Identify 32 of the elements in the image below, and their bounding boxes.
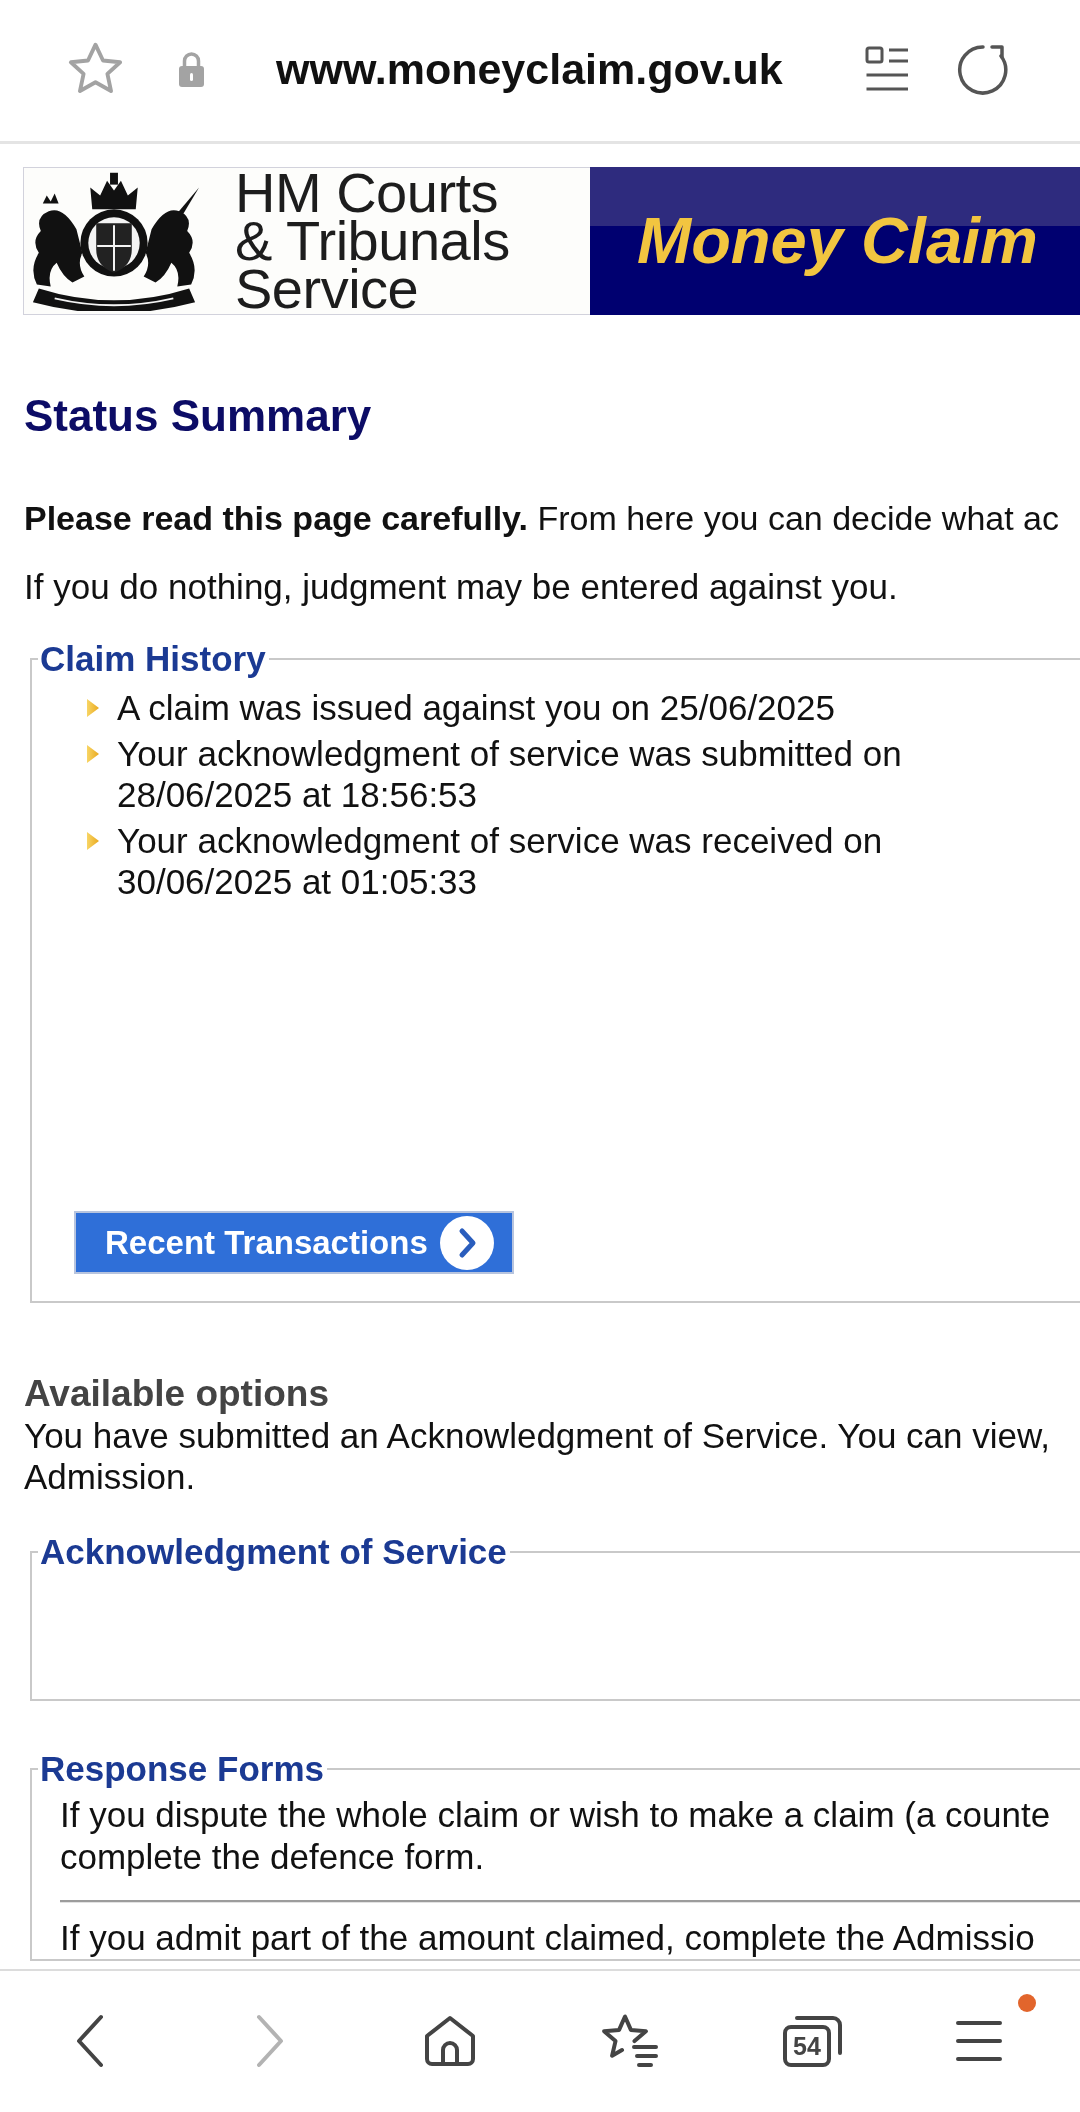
service-name: Money Claim <box>637 205 1038 277</box>
tabs-button[interactable]: 54 <box>783 2014 843 2067</box>
instruction-text: If you admit part of the amount claimed, complete the Admissio <box>60 1917 1036 1959</box>
panel-legend: Acknowledgment of Service <box>38 1532 510 1572</box>
instruction-text: complete the defence form. <box>60 1836 486 1878</box>
options-text: You have submitted an Acknowledgment of Service. You can view, <box>24 1415 1052 1456</box>
star-icon[interactable] <box>67 41 124 96</box>
reader-mode-icon[interactable] <box>865 45 909 92</box>
page-title: Status Summary <box>24 390 373 442</box>
chevron-circle-icon <box>439 1215 494 1270</box>
panel-legend: Response Forms <box>38 1749 327 1789</box>
recent-transactions-button[interactable]: Recent Transactions <box>74 1211 514 1274</box>
triangle-bullet-icon <box>86 831 100 851</box>
url-text[interactable]: www.moneyclaim.gov.uk <box>276 43 783 94</box>
home-icon[interactable] <box>424 2014 476 2067</box>
intro-text: If you do nothing, judgment may be entered against you. <box>24 566 899 608</box>
intro-text: Please read this page carefully. From here you can decide what ac <box>24 498 1060 539</box>
tabs-icon <box>783 2014 843 2067</box>
triangle-bullet-icon <box>86 698 100 718</box>
options-text: Admission. <box>24 1456 197 1497</box>
section-heading: Available options <box>24 1373 330 1415</box>
instruction-text: If you dispute the whole claim or wish to make a claim (a counte <box>60 1794 1052 1836</box>
history-event-text: Your acknowledgment of service was received on 30/06/2025 at 01:05:33 <box>117 820 884 902</box>
refresh-icon[interactable] <box>956 42 1010 95</box>
history-event-text: A claim was issued against you on 25/06/2025 <box>117 687 835 728</box>
history-event-text: Your acknowledgment of service was submitted on 28/06/2025 at 18:56:53 <box>117 733 903 815</box>
agency-name: HM Courts & Tribunals Service <box>235 169 511 313</box>
back-chevron-icon[interactable] <box>75 2013 105 2068</box>
star-list-icon[interactable] <box>601 2013 659 2068</box>
triangle-bullet-icon <box>86 744 100 764</box>
menu-icon[interactable] <box>956 2019 1002 2062</box>
panel-legend: Claim History <box>38 639 269 679</box>
